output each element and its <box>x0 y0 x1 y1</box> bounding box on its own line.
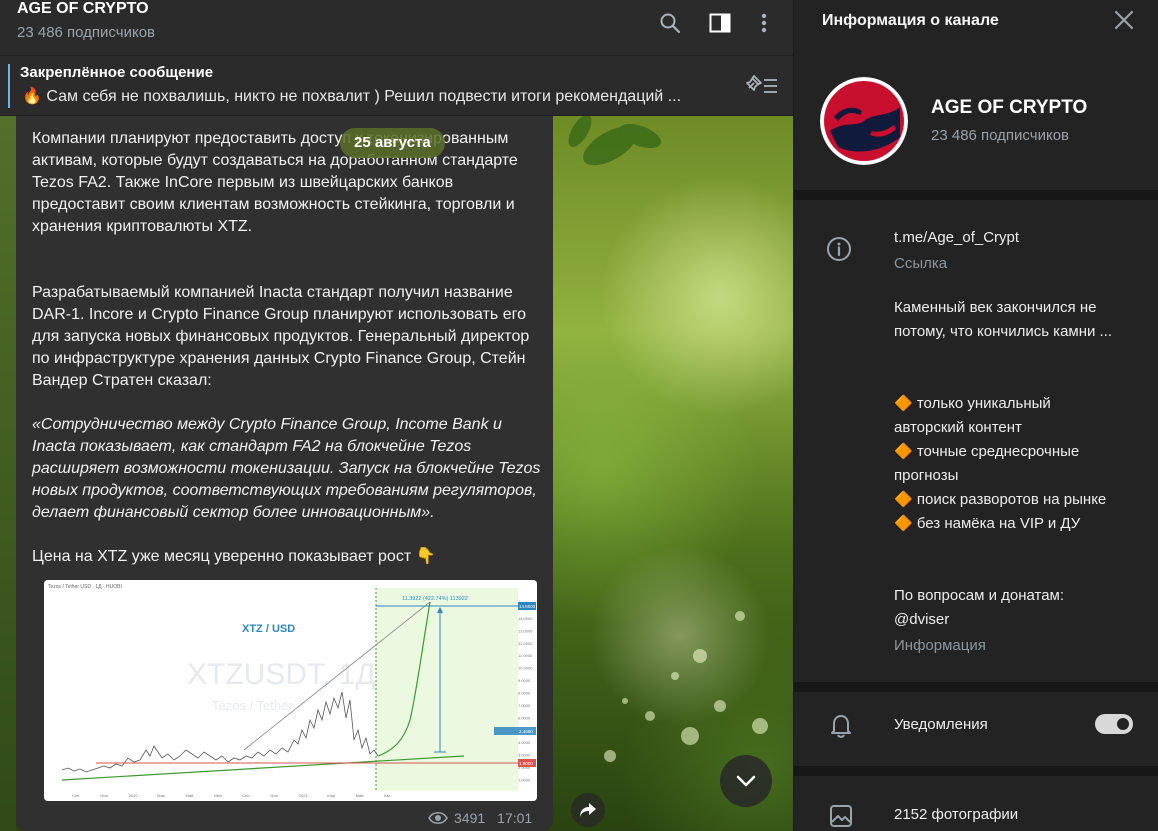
search-icon <box>660 13 681 34</box>
panel-title: Информация о канале <box>822 12 999 29</box>
message-paragraph-2: Разрабатываемый компанией Inacta стандар… <box>32 284 530 389</box>
bullet-item: 🔶 только уникальный авторский контент <box>894 395 1051 436</box>
target-label: 11.3922 (422.74%) 113922 <box>402 596 468 602</box>
share-arrow-icon <box>580 803 596 817</box>
pin-list-icon <box>746 75 777 93</box>
chat-background-left <box>0 116 16 831</box>
chart-x-tick: Сен <box>72 793 79 798</box>
chart-y-tick: 10.0000 <box>518 666 533 671</box>
chart-watermark: XTZUSDT, 1Д <box>187 658 376 691</box>
message-paragraph-1: Компании планируют предоставить доступ к… <box>32 130 518 235</box>
eye-icon <box>428 811 448 825</box>
orange-diamond-icon: 🔶 <box>894 515 913 532</box>
channel-link[interactable]: t.me/Age_of_Crypt <box>894 226 1124 250</box>
notifications-toggle[interactable] <box>1095 714 1133 734</box>
chart-header-text: Tezos / Tether USD · 1Д · HUOBI <box>48 584 122 590</box>
price-tag-mid: 2.4680 <box>519 729 533 734</box>
pinned-text: 🔥 Сам себя не похвалишь, никто не похвал… <box>22 86 722 106</box>
search-button[interactable] <box>657 10 683 36</box>
chart-x-tick: Ноя <box>100 793 107 798</box>
chart-caption: XTZ / USD <box>242 623 295 635</box>
chart-y-tick: 4.0000 <box>518 740 531 745</box>
bull-bear-logo <box>820 77 908 165</box>
bell-icon <box>829 713 853 739</box>
chart-y-tick: 13.0000 <box>518 628 533 633</box>
chart-x-tick: Ноя <box>271 793 278 798</box>
chart-y-tick: 6.0000 <box>518 715 531 720</box>
chart-x-tick: 2021 <box>299 793 309 798</box>
photo-icon <box>829 804 853 828</box>
section-divider <box>794 190 1158 200</box>
chart-image[interactable]: Tezos / Tether USD · 1Д · HUOBI XTZ / US… <box>44 580 537 801</box>
chart-y-tick: 3.0000 <box>518 753 531 758</box>
chart-x-tick: Сен <box>242 793 249 798</box>
channel-name: AGE OF CRYPTO <box>931 97 1088 118</box>
chevron-down-icon <box>736 775 756 787</box>
channel-avatar[interactable] <box>820 77 908 165</box>
photos-count[interactable]: 2152 фотографии <box>894 803 1124 827</box>
more-vertical-icon <box>761 13 767 33</box>
chart-x-tick: Авг <box>384 793 391 798</box>
section-divider <box>794 682 1158 692</box>
info-caption: Информация <box>894 637 986 654</box>
contact-username[interactable]: @dviser <box>894 608 1124 632</box>
channel-subscribers: 23 486 подписчиков <box>931 127 1070 144</box>
notifications-label: Уведомления <box>894 716 988 733</box>
chart-y-tick: 9.0000 <box>518 678 531 683</box>
chart-y-tick: 1.0000 <box>518 778 531 783</box>
chart-x-tick: Май <box>185 793 193 798</box>
scroll-down-button[interactable] <box>720 755 772 807</box>
chart-image-svg: Tezos / Tether USD · 1Д · HUOBI XTZ / US… <box>44 580 537 801</box>
chart-x-tick: 2020 <box>129 793 139 798</box>
orange-diamond-icon: 🔶 <box>894 395 913 412</box>
bullet-item: 🔶 поиск разворотов на рынке <box>894 491 1107 508</box>
contact-label: По вопросам и донатам: <box>894 587 1065 604</box>
chart-y-tick: 12.0000 <box>518 641 533 646</box>
chart-x-tick: Мар <box>327 793 336 798</box>
message-meta: 3491 17:01 <box>428 810 532 826</box>
pinned-indicator <box>8 64 10 108</box>
channel-info-panel: Информация о канале AGE OF CRYPTO 23 486… <box>793 0 1158 831</box>
sidebar-toggle-button[interactable] <box>707 10 733 36</box>
views-count: 3491 <box>454 810 486 826</box>
chat-title[interactable]: AGE OF CRYPTO <box>17 0 149 18</box>
bullet-item: 🔶 без намёка на VIP и ДУ <box>894 515 1081 532</box>
channel-description: Каменный век закончился не потому, что к… <box>894 299 1113 340</box>
pinned-text-body: Сам себя не похвалишь, никто не похвалит… <box>46 88 682 105</box>
message-time: 17:01 <box>497 810 533 826</box>
chat-subscribers: 23 486 подписчиков <box>17 24 156 41</box>
chart-watermark-sub: Tezos / Tether <box>212 698 293 713</box>
date-pill: 25 августа <box>340 128 445 158</box>
message-quote: «Сотрудничество между Crypto Finance Gro… <box>32 416 541 521</box>
more-menu-button[interactable] <box>751 10 777 36</box>
toggle-knob <box>1115 716 1131 732</box>
info-icon <box>826 236 852 262</box>
pinned-message-bar[interactable]: Закреплённое сообщение 🔥 Сам себя не пох… <box>0 56 793 116</box>
chat-header[interactable]: AGE OF CRYPTO 23 486 подписчиков <box>0 0 793 56</box>
close-icon <box>1114 10 1134 30</box>
bullet-item: 🔶 точные среднесрочные прогнозы <box>894 443 1080 484</box>
orange-diamond-icon: 🔶 <box>894 491 913 508</box>
chart-x-tick: Май <box>356 793 364 798</box>
fire-icon: 🔥 <box>22 88 42 105</box>
section-divider <box>794 766 1158 776</box>
close-panel-button[interactable] <box>1114 10 1138 34</box>
price-tag-top: 14.5000 <box>519 604 536 609</box>
bullet-list: 🔶 только уникальный авторский контент 🔶 … <box>894 392 1124 536</box>
chart-x-tick: Мар <box>157 793 166 798</box>
price-tag-low: 1.9000 <box>519 761 533 766</box>
sidebar-icon <box>709 13 731 33</box>
link-caption: Ссылка <box>894 255 948 272</box>
orange-diamond-icon: 🔶 <box>894 443 913 460</box>
chart-y-tick: 11.0000 <box>518 653 533 658</box>
chart-y-tick: 8.0000 <box>518 691 531 696</box>
chart-y-tick: 14.0000 <box>518 616 533 621</box>
message-paragraph-3: Цена на XTZ уже месяц уверенно показывае… <box>32 548 436 565</box>
pinned-title: Закреплённое сообщение <box>20 64 214 81</box>
pinned-list-button[interactable] <box>745 74 779 98</box>
chat-area: Компании планируют предоставить доступ к… <box>0 0 793 831</box>
share-button[interactable] <box>571 793 605 827</box>
chart-x-tick: Июл <box>214 793 223 798</box>
chart-y-tick: 7.0000 <box>518 703 531 708</box>
